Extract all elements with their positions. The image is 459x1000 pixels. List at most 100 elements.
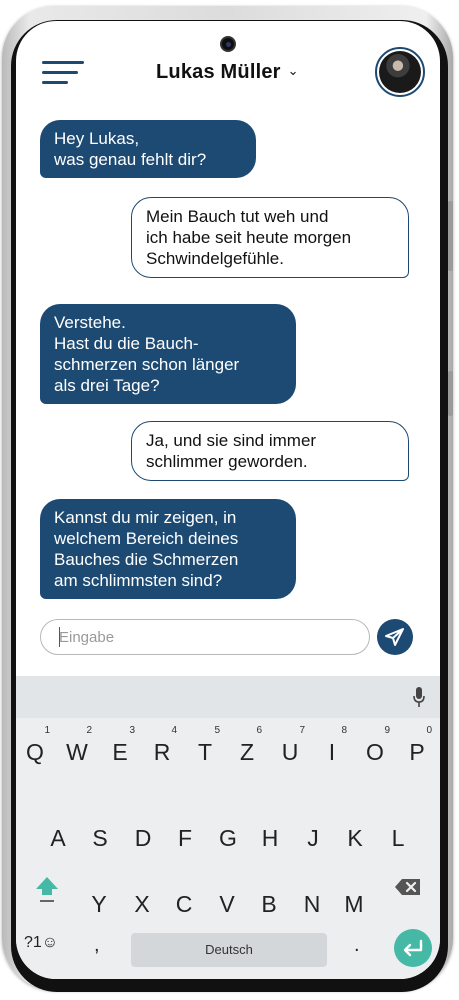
menu-line xyxy=(42,71,78,74)
message-line: Bauches die Schmerzen xyxy=(54,550,239,569)
volume-button xyxy=(448,201,453,271)
key-z[interactable]: 6Z xyxy=(228,726,266,772)
paper-plane-icon xyxy=(385,628,404,646)
message-incoming: Hey Lukas, was genau fehlt dir? xyxy=(40,120,256,178)
period-key[interactable]: . xyxy=(354,934,360,957)
key-label: N xyxy=(303,891,321,917)
key-label: V xyxy=(219,891,235,917)
key-label: Z xyxy=(239,739,255,765)
key-n[interactable]: N xyxy=(293,884,331,924)
key-number: 6 xyxy=(256,725,262,736)
key-label: D xyxy=(134,825,152,851)
menu-line xyxy=(42,81,68,84)
message-line: Kannst du mir zeigen, in xyxy=(54,508,237,527)
message-line: am schlimmsten sind? xyxy=(54,571,223,590)
send-button[interactable] xyxy=(377,619,413,655)
backspace-icon[interactable] xyxy=(392,872,426,902)
key-label: I xyxy=(328,739,336,765)
key-label: C xyxy=(175,891,193,917)
onscreen-keyboard: 1Q 2W 3E 4R 5T 6Z 7U 8I 9O 0P A S D F G … xyxy=(16,676,440,979)
message-line: schmerzen schon länger xyxy=(54,355,240,374)
key-f[interactable]: F xyxy=(166,818,204,858)
enter-key[interactable] xyxy=(394,929,432,967)
key-label: X xyxy=(134,891,150,917)
comma-key[interactable]: , xyxy=(94,934,100,957)
key-b[interactable]: B xyxy=(250,884,288,924)
key-label: J xyxy=(307,825,319,851)
key-p[interactable]: 0P xyxy=(398,726,436,772)
message-line: Schwindelgefühle. xyxy=(146,249,284,268)
key-s[interactable]: S xyxy=(81,818,119,858)
key-number: 0 xyxy=(426,725,432,736)
key-a[interactable]: A xyxy=(39,818,77,858)
key-g[interactable]: G xyxy=(209,818,247,858)
key-label: W xyxy=(66,739,88,765)
key-q[interactable]: 1Q xyxy=(16,726,54,772)
key-c[interactable]: C xyxy=(165,884,203,924)
message-incoming: Kannst du mir zeigen, in welchem Bereich… xyxy=(40,499,296,599)
key-label: G xyxy=(219,825,237,851)
symbols-key[interactable]: ?1☺ xyxy=(24,934,58,952)
key-label: Y xyxy=(91,891,107,917)
key-label: Q xyxy=(26,739,44,765)
avatar-image xyxy=(379,51,421,93)
key-number: 7 xyxy=(299,725,305,736)
key-h[interactable]: H xyxy=(251,818,289,858)
message-line: Mein Bauch tut weh und xyxy=(146,207,329,226)
key-label: H xyxy=(261,825,279,851)
key-t[interactable]: 5T xyxy=(186,726,224,772)
message-outgoing: Mein Bauch tut weh und ich habe seit heu… xyxy=(131,197,409,278)
contact-name: Lukas Müller xyxy=(156,61,281,83)
key-d[interactable]: D xyxy=(124,818,162,858)
message-line: Hey Lukas, xyxy=(54,129,140,148)
key-o[interactable]: 9O xyxy=(356,726,394,772)
space-key[interactable]: Deutsch xyxy=(131,933,327,967)
key-label: A xyxy=(50,825,66,851)
key-label: F xyxy=(177,825,193,851)
key-y[interactable]: Y xyxy=(80,884,118,924)
text-cursor xyxy=(59,627,60,647)
message-line: Verstehe. xyxy=(54,313,126,332)
contact-name-dropdown[interactable]: Lukas Müller ⌄ xyxy=(156,61,299,84)
key-label: U xyxy=(281,739,299,765)
key-label: E xyxy=(112,739,128,765)
enter-return-icon xyxy=(403,939,423,957)
message-line: Ja, und sie sind immer xyxy=(146,431,317,450)
key-x[interactable]: X xyxy=(123,884,161,924)
key-label: T xyxy=(197,739,213,765)
power-button xyxy=(448,371,453,416)
key-number: 2 xyxy=(86,725,92,736)
key-number: 9 xyxy=(384,725,390,736)
keyboard-toolbar xyxy=(16,676,440,718)
key-v[interactable]: V xyxy=(208,884,246,924)
shift-arrow-icon[interactable] xyxy=(30,869,64,905)
message-line: Hast du die Bauch- xyxy=(54,334,199,353)
key-label: S xyxy=(92,825,108,851)
key-j[interactable]: J xyxy=(294,818,332,858)
key-r[interactable]: 4R xyxy=(143,726,181,772)
key-l[interactable]: L xyxy=(379,818,417,858)
key-e[interactable]: 3E xyxy=(101,726,139,772)
key-label: M xyxy=(344,891,364,917)
message-line: als drei Tage? xyxy=(54,376,160,395)
microphone-icon[interactable] xyxy=(412,686,426,708)
menu-line xyxy=(42,61,84,64)
hamburger-menu-button[interactable] xyxy=(42,59,84,89)
key-number: 8 xyxy=(341,725,347,736)
phone-screen: Lukas Müller ⌄ Hey Lukas, was genau fehlt… xyxy=(16,21,440,979)
key-w[interactable]: 2W xyxy=(58,726,96,772)
key-m[interactable]: M xyxy=(335,884,373,924)
message-line: welchem Bereich deines xyxy=(54,529,239,548)
key-label: B xyxy=(261,891,277,917)
key-k[interactable]: K xyxy=(336,818,374,858)
message-outgoing: Ja, und sie sind immer schlimmer geworde… xyxy=(131,421,409,481)
chevron-down-icon: ⌄ xyxy=(287,63,299,78)
message-input[interactable] xyxy=(40,619,370,655)
key-label: P xyxy=(409,739,425,765)
key-i[interactable]: 8I xyxy=(313,726,351,772)
avatar[interactable] xyxy=(375,47,425,97)
key-number: 4 xyxy=(171,725,177,736)
key-u[interactable]: 7U xyxy=(271,726,309,772)
front-camera-icon xyxy=(220,36,236,52)
key-label: K xyxy=(347,825,363,851)
